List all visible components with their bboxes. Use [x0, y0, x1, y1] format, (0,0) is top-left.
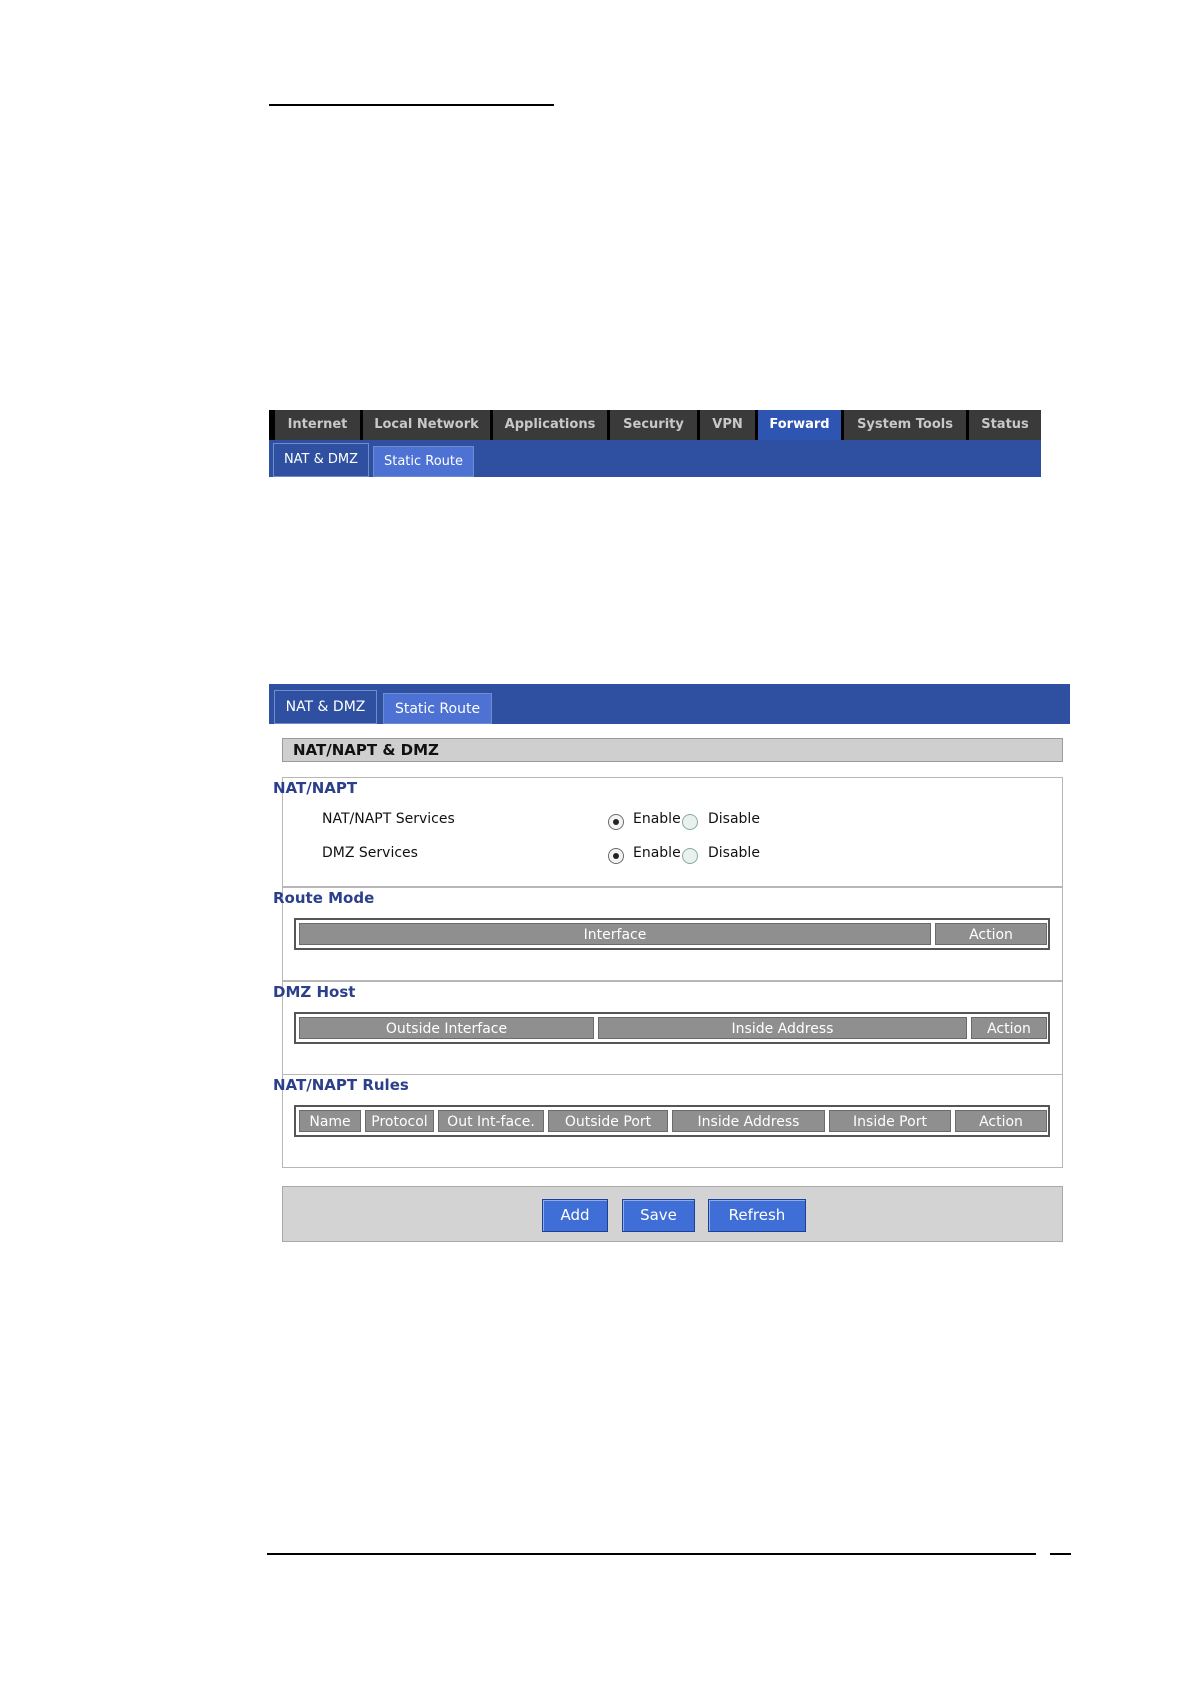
nat-napt-enable-radio[interactable]	[608, 814, 624, 830]
tab-applications[interactable]: Applications	[493, 410, 610, 440]
dmz-host-header-action: Action	[971, 1017, 1047, 1039]
panel-tab-bar: NAT & DMZ Static Route	[269, 684, 1070, 724]
section-title: NAT/NAPT & DMZ	[282, 738, 1063, 762]
top-navigation: Internet Local Network Applications Secu…	[269, 410, 1041, 477]
add-button[interactable]: Add	[542, 1199, 608, 1232]
dmz-host-header-inside-address: Inside Address	[598, 1017, 967, 1039]
nat-rules-header-action: Action	[955, 1110, 1047, 1132]
tab-system-tools[interactable]: System Tools	[844, 410, 969, 440]
save-button[interactable]: Save	[622, 1199, 695, 1232]
route-mode-header-interface: Interface	[299, 923, 931, 945]
nat-rules-header-out-interface: Out Int-face.	[438, 1110, 544, 1132]
route-mode-group: Interface Action	[282, 887, 1063, 981]
footer-rule-short	[1050, 1553, 1071, 1555]
tab-internet[interactable]: Internet	[269, 410, 363, 440]
subtab-nat-dmz[interactable]: NAT & DMZ	[273, 443, 369, 477]
dmz-enable-label: Enable	[633, 845, 681, 861]
footer-rule	[267, 1553, 1036, 1555]
nat-dmz-panel: NAT & DMZ Static Route NAT/NAPT & DMZ NA…	[269, 684, 1070, 1249]
route-mode-header-action: Action	[935, 923, 1047, 945]
nat-napt-disable-radio[interactable]	[682, 814, 698, 830]
button-bar: Add Save Refresh	[282, 1186, 1063, 1242]
tab-vpn[interactable]: VPN	[700, 410, 758, 440]
nat-napt-services-label: NAT/NAPT Services	[322, 811, 455, 827]
subtab-static-route[interactable]: Static Route	[373, 446, 474, 477]
dmz-host-table: Outside Interface Inside Address Action	[294, 1012, 1050, 1044]
refresh-button[interactable]: Refresh	[708, 1199, 806, 1232]
tab-local-network[interactable]: Local Network	[363, 410, 493, 440]
dmz-disable-label: Disable	[708, 845, 760, 861]
panel-subtab-static-route[interactable]: Static Route	[383, 693, 492, 724]
tab-forward[interactable]: Forward	[758, 410, 844, 440]
nat-rules-table: Name Protocol Out Int-face. Outside Port…	[294, 1105, 1050, 1137]
nat-napt-enable-label: Enable	[633, 811, 681, 827]
route-mode-table: Interface Action	[294, 918, 1050, 950]
nat-napt-title: NAT/NAPT	[273, 779, 358, 797]
nat-rules-header-name: Name	[299, 1110, 361, 1132]
panel-subtab-nat-dmz[interactable]: NAT & DMZ	[274, 690, 377, 724]
sub-tab-bar: NAT & DMZ Static Route	[269, 440, 1041, 477]
dmz-services-label: DMZ Services	[322, 845, 418, 861]
main-tab-bar: Internet Local Network Applications Secu…	[269, 410, 1041, 440]
nat-rules-header-protocol: Protocol	[365, 1110, 434, 1132]
nat-napt-disable-label: Disable	[708, 811, 760, 827]
dmz-host-group: Outside Interface Inside Address Action	[282, 981, 1063, 1075]
header-rule	[269, 104, 554, 106]
nat-rules-header-inside-port: Inside Port	[829, 1110, 951, 1132]
dmz-enable-radio[interactable]	[608, 848, 624, 864]
nat-rules-header-outside-port: Outside Port	[548, 1110, 668, 1132]
tab-security[interactable]: Security	[610, 410, 700, 440]
nat-rules-header-inside-address: Inside Address	[672, 1110, 825, 1132]
route-mode-title: Route Mode	[273, 889, 375, 907]
nat-rules-title: NAT/NAPT Rules	[273, 1076, 409, 1094]
dmz-host-title: DMZ Host	[273, 983, 356, 1001]
tab-status[interactable]: Status	[969, 410, 1041, 440]
nat-napt-group	[282, 777, 1063, 887]
dmz-host-header-outside-interface: Outside Interface	[299, 1017, 594, 1039]
dmz-disable-radio[interactable]	[682, 848, 698, 864]
